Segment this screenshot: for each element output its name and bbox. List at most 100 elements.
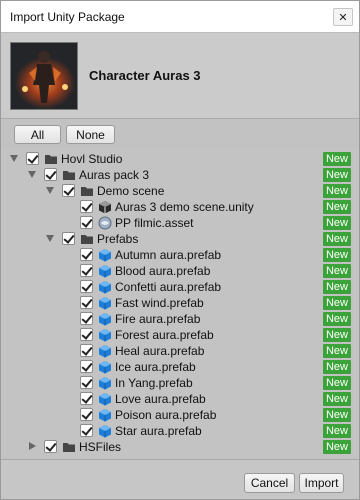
cancel-button[interactable]: Cancel (244, 473, 295, 493)
tree-item-label: Forest aura.prefab (115, 328, 214, 342)
tree-item-label: PP filmic.asset (115, 216, 194, 230)
tree-item-label: Prefabs (97, 232, 139, 246)
include-checkbox[interactable] (80, 264, 93, 277)
new-badge: New (323, 280, 351, 294)
new-badge: New (323, 184, 351, 198)
tree-row[interactable]: Fire aura.prefab New (1, 311, 359, 327)
expand-arrow-right-icon[interactable] (29, 442, 36, 450)
package-header: Character Auras 3 (1, 32, 359, 118)
include-checkbox[interactable] (62, 232, 75, 245)
expand-arrow-down-icon[interactable] (46, 187, 54, 194)
tree-row[interactable]: Star aura.prefab New (1, 423, 359, 439)
tree-row[interactable]: Poison aura.prefab New (1, 407, 359, 423)
tree-item-label: HSFiles (79, 440, 122, 454)
tree-item-label: Blood aura.prefab (115, 264, 211, 278)
tree-row[interactable]: Prefabs New (1, 231, 359, 247)
include-checkbox[interactable] (80, 408, 93, 421)
select-all-button[interactable]: All (14, 125, 61, 144)
expand-arrow-down-icon[interactable] (10, 155, 18, 162)
include-checkbox[interactable] (80, 296, 93, 309)
include-checkbox[interactable] (80, 200, 93, 213)
tree-row[interactable]: Blood aura.prefab New (1, 263, 359, 279)
tree-item-label: Confetti aura.prefab (115, 280, 222, 294)
tree-row[interactable]: Autumn aura.prefab New (1, 247, 359, 263)
include-checkbox[interactable] (80, 392, 93, 405)
expand-arrow-down-icon[interactable] (28, 171, 36, 178)
new-badge: New (323, 360, 351, 374)
include-checkbox[interactable] (80, 280, 93, 293)
tree-row[interactable]: Forest aura.prefab New (1, 327, 359, 343)
new-badge: New (323, 200, 351, 214)
include-checkbox[interactable] (26, 152, 39, 165)
folder-icon (80, 184, 94, 198)
tree-row[interactable]: Ice aura.prefab New (1, 359, 359, 375)
tree-row[interactable]: Love aura.prefab New (1, 391, 359, 407)
select-none-button[interactable]: None (66, 125, 115, 144)
prefab-icon (98, 424, 112, 438)
new-badge: New (323, 328, 351, 342)
include-checkbox[interactable] (80, 248, 93, 261)
tree-row[interactable]: PP filmic.asset New (1, 215, 359, 231)
tree-item-label: Demo scene (97, 184, 165, 198)
new-badge: New (323, 376, 351, 390)
import-package-window: Import Unity Package ✕ Character Auras 3… (0, 0, 360, 500)
prefab-icon (98, 264, 112, 278)
new-badge: New (323, 424, 351, 438)
tree-item-label: Ice aura.prefab (115, 360, 196, 374)
prefab-icon (98, 328, 112, 342)
close-button[interactable]: ✕ (333, 8, 353, 26)
include-checkbox[interactable] (80, 328, 93, 341)
new-badge: New (323, 152, 351, 166)
new-badge: New (323, 168, 351, 182)
tree-row[interactable]: Hovl Studio New (1, 151, 359, 167)
prefab-icon (98, 280, 112, 294)
folder-icon (62, 440, 76, 454)
include-checkbox[interactable] (44, 168, 57, 181)
include-checkbox[interactable] (80, 424, 93, 437)
new-badge: New (323, 248, 351, 262)
title-bar: Import Unity Package ✕ (1, 1, 359, 32)
tree-row[interactable]: Heal aura.prefab New (1, 343, 359, 359)
tree-row[interactable]: Confetti aura.prefab New (1, 279, 359, 295)
tree-row[interactable]: Fast wind.prefab New (1, 295, 359, 311)
selection-toolbar: All None (1, 118, 359, 148)
asset-file-icon (98, 216, 112, 230)
import-button[interactable]: Import (299, 473, 344, 493)
tree-item-label: Fast wind.prefab (115, 296, 204, 310)
folder-icon (62, 168, 76, 182)
expand-arrow-down-icon[interactable] (46, 235, 54, 242)
tree-row[interactable]: Auras pack 3 New (1, 167, 359, 183)
tree-row[interactable]: In Yang.prefab New (1, 375, 359, 391)
prefab-icon (98, 408, 112, 422)
include-checkbox[interactable] (80, 312, 93, 325)
tree-item-label: Hovl Studio (61, 152, 123, 166)
folder-icon (44, 152, 58, 166)
tree-item-label: Auras pack 3 (79, 168, 150, 182)
include-checkbox[interactable] (80, 360, 93, 373)
package-thumbnail (10, 42, 78, 110)
tree-item-label: Auras 3 demo scene.unity (115, 200, 254, 214)
new-badge: New (323, 440, 351, 454)
new-badge: New (323, 216, 351, 230)
tree-row[interactable]: Demo scene New (1, 183, 359, 199)
prefab-icon (98, 376, 112, 390)
folder-icon (80, 232, 94, 246)
new-badge: New (323, 232, 351, 246)
tree-row[interactable]: HSFiles New (1, 439, 359, 455)
new-badge: New (323, 296, 351, 310)
include-checkbox[interactable] (80, 376, 93, 389)
tree-row[interactable]: Auras 3 demo scene.unity New (1, 199, 359, 215)
window-title: Import Unity Package (10, 10, 125, 24)
new-badge: New (323, 344, 351, 358)
include-checkbox[interactable] (62, 184, 75, 197)
include-checkbox[interactable] (80, 216, 93, 229)
include-checkbox[interactable] (80, 344, 93, 357)
tree-item-label: Poison aura.prefab (115, 408, 217, 422)
tree-item-label: In Yang.prefab (115, 376, 193, 390)
unity-scene-icon (98, 200, 112, 214)
prefab-icon (98, 248, 112, 262)
close-icon: ✕ (338, 11, 348, 24)
tree-item-label: Fire aura.prefab (115, 312, 201, 326)
include-checkbox[interactable] (44, 440, 57, 453)
new-badge: New (323, 264, 351, 278)
